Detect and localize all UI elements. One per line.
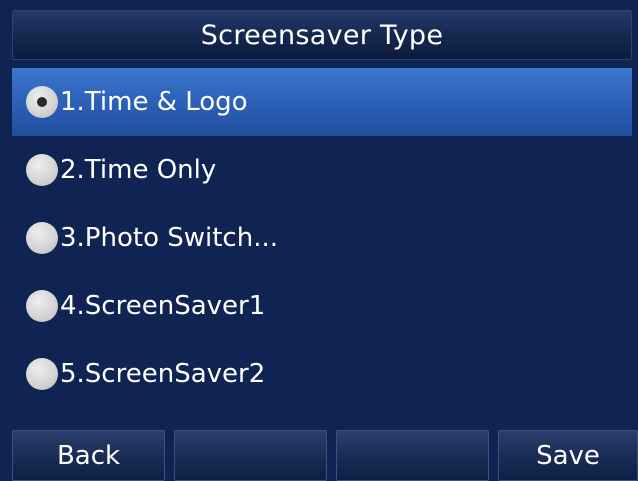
save-softkey[interactable]: Save <box>498 430 638 481</box>
phone-screen: Screensaver Type 1.Time & Logo 2.Time On… <box>0 0 638 481</box>
radio-unselected-icon[interactable] <box>26 290 58 322</box>
option-label: 2.Time Only <box>60 155 217 185</box>
option-photo-switch[interactable]: 3.Photo Switch... <box>12 204 632 272</box>
page-title: Screensaver Type <box>200 19 444 51</box>
title-bar: Screensaver Type <box>12 10 632 60</box>
back-softkey[interactable]: Back <box>12 430 165 481</box>
radio-unselected-icon[interactable] <box>26 222 58 254</box>
softkey-3[interactable] <box>336 430 489 481</box>
radio-unselected-icon[interactable] <box>26 154 58 186</box>
radio-dot-icon <box>37 97 47 107</box>
options-list: 1.Time & Logo 2.Time Only 3.Photo Switch… <box>12 68 632 408</box>
option-time-and-logo[interactable]: 1.Time & Logo <box>12 68 632 136</box>
option-screensaver1[interactable]: 4.ScreenSaver1 <box>12 272 632 340</box>
option-label: 4.ScreenSaver1 <box>60 291 266 321</box>
option-label: 5.ScreenSaver2 <box>60 359 266 389</box>
radio-unselected-icon[interactable] <box>26 358 58 390</box>
radio-selected-icon[interactable] <box>26 86 58 118</box>
option-label: 3.Photo Switch... <box>60 223 278 253</box>
option-time-only[interactable]: 2.Time Only <box>12 136 632 204</box>
option-label: 1.Time & Logo <box>60 87 248 117</box>
option-screensaver2[interactable]: 5.ScreenSaver2 <box>12 340 632 408</box>
softkey-2[interactable] <box>174 430 327 481</box>
softkey-bar: Back Save <box>12 430 638 481</box>
